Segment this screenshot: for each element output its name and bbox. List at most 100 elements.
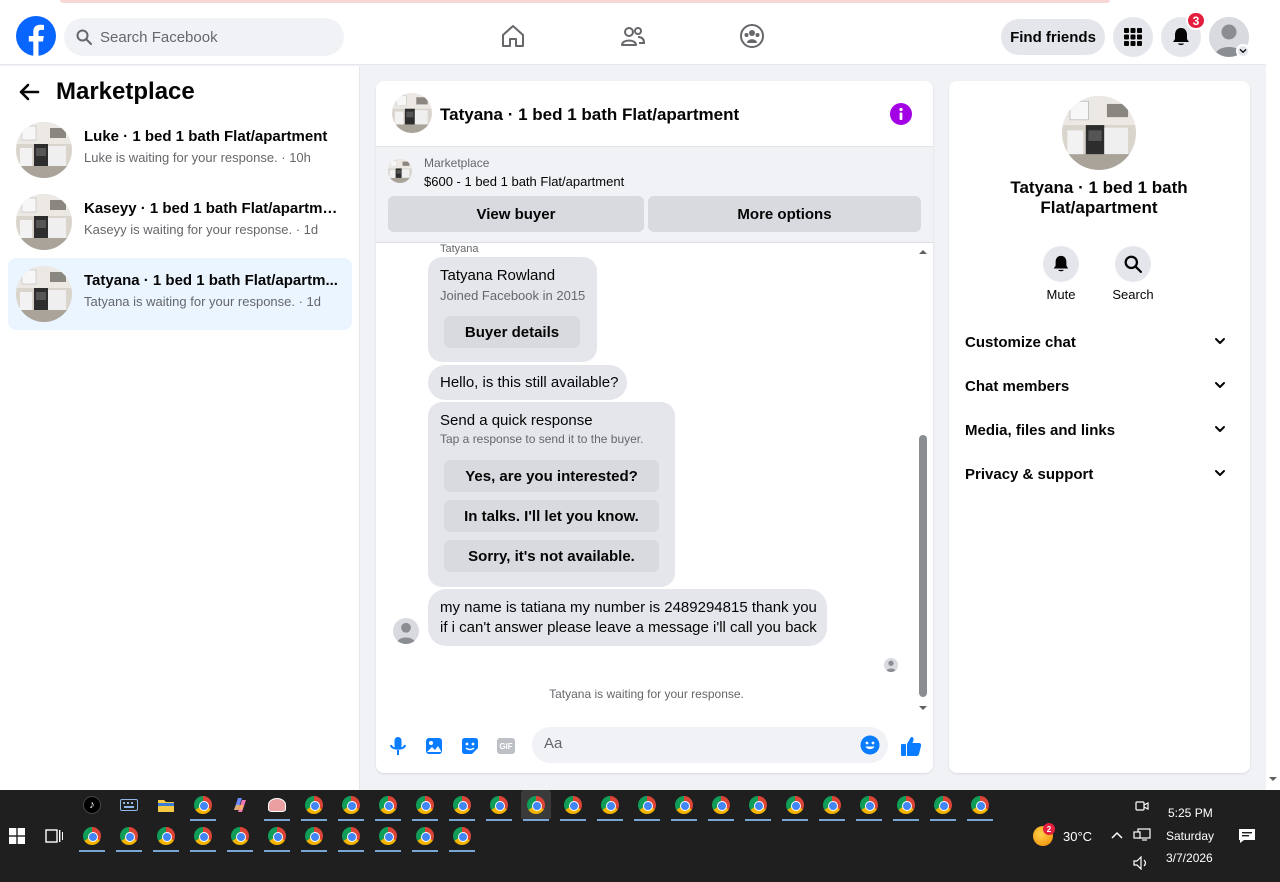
file-explorer-taskbar-icon[interactable] [151, 790, 181, 820]
conversation-item-kaseyy[interactable]: Kaseyy · 1 bed 1 bath Flat/apartment Kas… [8, 186, 352, 258]
chrome-taskbar-icon[interactable] [854, 790, 884, 821]
chrome-taskbar-icon[interactable] [114, 821, 144, 852]
message-input-wrapper[interactable] [532, 727, 888, 763]
listing-price-title: $600 - 1 bed 1 bath Flat/apartment [424, 174, 625, 189]
scroll-down-icon[interactable] [917, 703, 929, 713]
chrome-taskbar-icon[interactable] [336, 790, 366, 821]
menu-grid-button[interactable] [1113, 17, 1153, 57]
windows-start-icon[interactable] [2, 821, 32, 851]
search-box[interactable] [64, 18, 344, 56]
mute-action[interactable]: Mute [1031, 246, 1091, 302]
chat-scrollbar[interactable] [917, 250, 929, 710]
back-arrow-icon[interactable] [18, 81, 40, 103]
account-menu-chevron-icon[interactable] [1236, 44, 1250, 58]
chrome-taskbar-icon[interactable] [484, 790, 514, 821]
chrome-taskbar-icon[interactable] [928, 790, 958, 821]
clock-time[interactable]: 5:25 PM [1168, 806, 1213, 820]
search-input[interactable] [100, 28, 320, 46]
chrome-taskbar-icon[interactable] [965, 790, 995, 821]
copilot-taskbar-icon[interactable] [225, 790, 255, 820]
gif-icon[interactable]: GIF [493, 733, 519, 759]
chrome-taskbar-icon[interactable] [188, 821, 218, 852]
quick-response-card: Send a quick response Tap a response to … [428, 402, 675, 587]
chrome-taskbar-icon[interactable] [410, 821, 440, 852]
section-label: Privacy & support [965, 465, 1094, 483]
chrome-taskbar-icon[interactable] [299, 790, 329, 821]
scrollbar-thumb[interactable] [919, 435, 927, 697]
network-icon[interactable] [1133, 828, 1151, 842]
chrome-taskbar-icon[interactable] [595, 790, 625, 821]
chat-title[interactable]: Tatyana · 1 bed 1 bath Flat/apartment [440, 105, 739, 125]
facebook-logo-icon[interactable] [16, 16, 56, 56]
chrome-profile-taskbar-icon[interactable] [262, 790, 292, 821]
chrome-taskbar-icon[interactable] [373, 821, 403, 852]
chat-listing-thumbnail[interactable] [392, 93, 432, 133]
tray-expand-chevron-icon[interactable] [1111, 830, 1123, 840]
groups-nav-icon[interactable] [736, 20, 768, 52]
quick-response-talks-button[interactable]: In talks. I'll let you know. [444, 500, 659, 532]
media-files-links-section[interactable]: Media, files and links [957, 410, 1242, 450]
photo-icon[interactable] [421, 733, 447, 759]
chrome-taskbar-icon[interactable] [262, 821, 292, 852]
chat-members-section[interactable]: Chat members [957, 366, 1242, 406]
quick-response-sorry-button[interactable]: Sorry, it's not available. [444, 540, 659, 572]
scroll-up-icon[interactable] [917, 247, 929, 257]
find-friends-button[interactable]: Find friends [1001, 19, 1105, 55]
emoji-icon[interactable] [860, 735, 880, 755]
quick-response-yes-button[interactable]: Yes, are you interested? [444, 460, 659, 492]
windows-taskbar: ♪ 2 30°C 5:25 PM Saturday 3/7/2026 [0, 790, 1280, 882]
facebook-header: Find friends 3 [0, 8, 1266, 65]
buyer-details-button[interactable]: Buyer details [444, 316, 580, 348]
weather-temperature[interactable]: 30°C [1063, 829, 1092, 844]
listing-summary-bar: Marketplace $600 - 1 bed 1 bath Flat/apa… [376, 147, 933, 243]
chrome-taskbar-icon[interactable] [373, 790, 403, 821]
details-listing-thumbnail[interactable] [1062, 96, 1136, 170]
conversation-item-luke[interactable]: Luke · 1 bed 1 bath Flat/apartment Luke … [8, 114, 352, 186]
info-icon[interactable] [890, 103, 912, 125]
privacy-support-section[interactable]: Privacy & support [957, 454, 1242, 494]
clock-day[interactable]: Saturday [1166, 829, 1214, 843]
search-action[interactable]: Search [1103, 246, 1163, 302]
meet-now-icon[interactable] [1135, 799, 1149, 813]
customize-chat-section[interactable]: Customize chat [957, 322, 1242, 362]
chrome-taskbar-icon[interactable] [447, 790, 477, 821]
volume-icon[interactable] [1133, 856, 1149, 870]
more-options-button[interactable]: More options [648, 196, 921, 232]
conversation-name: Luke · 1 bed 1 bath Flat/apartment [84, 128, 328, 145]
chrome-taskbar-icon[interactable] [336, 821, 366, 852]
chrome-taskbar-icon-active[interactable] [521, 790, 551, 821]
buyer-avatar[interactable] [393, 618, 419, 644]
friends-nav-icon[interactable] [617, 20, 649, 52]
chrome-taskbar-icon[interactable] [447, 821, 477, 852]
view-buyer-button[interactable]: View buyer [388, 196, 644, 232]
chrome-taskbar-icon[interactable] [891, 790, 921, 821]
chrome-taskbar-icon[interactable] [151, 821, 181, 852]
microphone-icon[interactable] [385, 733, 411, 759]
chrome-taskbar-icon[interactable] [706, 790, 736, 821]
tiktok-taskbar-icon[interactable]: ♪ [77, 790, 107, 820]
notification-center-icon[interactable] [1238, 828, 1256, 844]
page-scroll-down-icon[interactable] [1266, 774, 1280, 784]
sticker-icon[interactable] [457, 733, 483, 759]
chrome-taskbar-icon[interactable] [632, 790, 662, 821]
chrome-taskbar-icon[interactable] [817, 790, 847, 821]
page-scrollbar[interactable] [1266, 8, 1280, 790]
chrome-taskbar-icon[interactable] [225, 821, 255, 852]
chrome-taskbar-icon[interactable] [299, 821, 329, 852]
chrome-taskbar-icon[interactable] [410, 790, 440, 821]
task-view-icon[interactable] [39, 821, 69, 851]
home-nav-icon[interactable] [497, 20, 529, 52]
chrome-taskbar-icon[interactable] [558, 790, 588, 821]
chrome-taskbar-icon[interactable] [669, 790, 699, 821]
chrome-taskbar-icon[interactable] [188, 790, 218, 821]
chrome-taskbar-icon[interactable] [77, 821, 107, 852]
conversation-item-tatyana[interactable]: Tatyana · 1 bed 1 bath Flat/apartm... Ta… [8, 258, 352, 330]
chrome-taskbar-icon[interactable] [743, 790, 773, 821]
conversation-status: Kaseyy is waiting for your response. · 1… [84, 222, 319, 237]
quick-response-title: Send a quick response [440, 412, 593, 429]
chrome-taskbar-icon[interactable] [780, 790, 810, 821]
thumbs-up-icon[interactable] [898, 733, 924, 759]
keyboard-taskbar-icon[interactable] [114, 790, 144, 820]
message-input[interactable] [544, 735, 844, 752]
clock-date[interactable]: 3/7/2026 [1166, 851, 1213, 865]
